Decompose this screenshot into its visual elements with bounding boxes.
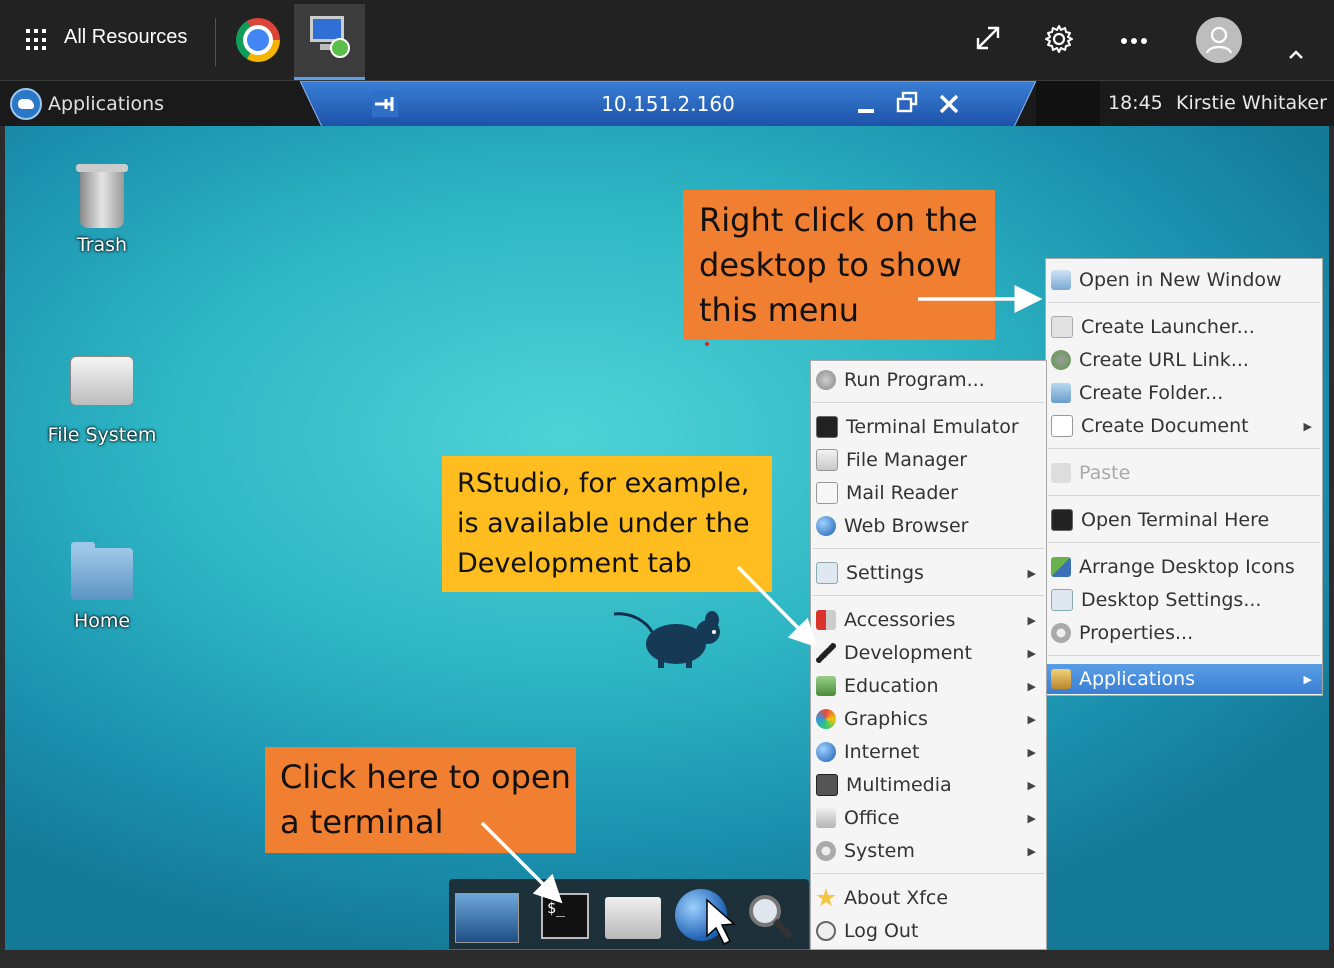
mouse-cursor-icon (706, 898, 736, 946)
arrow-to-terminal (480, 821, 563, 904)
annotation-arrows (480, 285, 1043, 946)
arrow-to-development (736, 565, 818, 648)
click-point-marker (705, 342, 709, 346)
